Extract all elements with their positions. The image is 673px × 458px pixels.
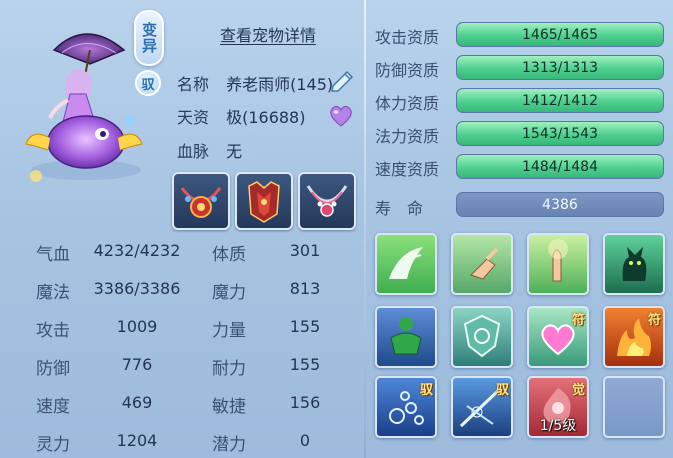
stat-label: 气血	[36, 245, 70, 265]
pet-name-value: 养老雨师(145)	[226, 75, 334, 94]
skill-slot[interactable]	[375, 233, 437, 295]
stat-value: 156	[289, 393, 321, 412]
green-cat-skill-icon	[622, 247, 647, 281]
stat-label: 速度	[36, 397, 70, 417]
heart-icon[interactable]	[327, 103, 355, 129]
pet-bloodline-label: 血脉	[177, 142, 210, 161]
skill-slot[interactable]	[375, 306, 437, 368]
skill-tag: 驭	[495, 383, 509, 398]
pet-name-label: 名称	[177, 75, 210, 94]
pet-bloodline-value: 无	[226, 142, 243, 161]
skill-slot[interactable]: 驭	[375, 376, 437, 438]
stat-value: 813	[289, 279, 321, 298]
shield-skill-icon	[463, 314, 501, 358]
pet-talent-row: 天资 极(16688)	[177, 104, 305, 128]
stat-right-0: 体质	[212, 240, 246, 265]
stat-value: 0	[299, 431, 311, 450]
stat-label: 体质	[212, 245, 246, 265]
stat-label: 耐力	[212, 359, 246, 379]
panel-divider	[364, 0, 366, 458]
stat-right-4: 敏捷	[212, 392, 246, 417]
rename-pencil-icon[interactable]	[327, 66, 357, 92]
equipment-slot-2[interactable]	[235, 172, 293, 230]
aptitude-bar: 1484/1484	[456, 154, 664, 179]
pet-talent-label: 天资	[177, 108, 210, 127]
lifespan-value: 4386	[542, 196, 578, 213]
skill-slot[interactable]: 符	[603, 306, 665, 368]
stat-right-5: 潜力	[212, 430, 246, 455]
stat-label: 力量	[212, 321, 246, 341]
stat-label: 攻击	[36, 321, 70, 341]
stat-right-1: 魔力	[212, 278, 246, 303]
skill-slot[interactable]	[451, 233, 513, 295]
stat-left-3: 防御	[36, 354, 70, 379]
pet-talent-value: 极(16688)	[226, 108, 306, 127]
aptitude-bar: 1543/1543	[456, 121, 664, 146]
skill-slot[interactable]	[451, 306, 513, 368]
skill-slot-empty	[603, 376, 665, 438]
stat-value: 155	[289, 355, 321, 374]
praying-hand-skill-icon	[548, 239, 568, 282]
stat-left-2: 攻击	[36, 316, 70, 341]
aptitude-label: 速度资质	[375, 160, 440, 179]
view-pet-details-link[interactable]: 查看宠物详情	[220, 22, 316, 46]
lifespan-label: 寿 命	[375, 199, 424, 218]
necklace-red-icon	[180, 187, 222, 218]
pet-bloodline-row: 血脉 无	[177, 138, 242, 162]
tame-badge: 驭	[135, 70, 161, 96]
equipment-slot-3[interactable]	[298, 172, 356, 230]
stat-label: 魔力	[212, 283, 246, 303]
stat-label: 防御	[36, 359, 70, 379]
stat-label: 潜力	[212, 435, 246, 455]
stat-right-3: 耐力	[212, 354, 246, 379]
skill-slot[interactable]: 符	[527, 306, 589, 368]
aptitude-value: 1484/1484	[522, 158, 598, 175]
pet-name-row: 名称 养老雨师(145)	[177, 71, 333, 95]
stat-value: 1009	[116, 317, 158, 336]
pointing-hand-skill-icon	[470, 247, 499, 280]
stat-left-0: 气血	[36, 240, 70, 265]
green-giant-skill-icon	[390, 317, 422, 355]
stat-value: 1204	[116, 431, 158, 450]
aptitude-bar: 1313/1313	[456, 55, 664, 80]
aptitude-label: 攻击资质	[375, 28, 440, 47]
variant-badge: 变异	[134, 10, 164, 66]
skill-slot[interactable]: 驭	[451, 376, 513, 438]
aptitude-value: 1543/1543	[522, 125, 598, 142]
stat-value: 3386/3386	[93, 279, 181, 298]
equipment-slot-1[interactable]	[172, 172, 230, 230]
skill-slot[interactable]	[603, 233, 665, 295]
aptitude-value: 1465/1465	[522, 26, 598, 43]
armor-red-icon	[248, 181, 280, 223]
skill-level: 1/5级	[539, 418, 577, 434]
aptitude-label: 法力资质	[375, 127, 440, 146]
white-wings-skill-icon	[389, 247, 423, 279]
aptitude-value: 1412/1412	[522, 92, 598, 109]
stat-right-2: 力量	[212, 316, 246, 341]
skill-tag: 驭	[419, 383, 433, 398]
lifespan-bar: 4386	[456, 192, 664, 217]
stat-value: 776	[121, 355, 153, 374]
aptitude-bar: 1412/1412	[456, 88, 664, 113]
skill-tag: 符	[571, 313, 585, 328]
skill-tag: 觉	[571, 383, 585, 398]
aptitude-value: 1313/1313	[522, 59, 598, 76]
skill-tag: 符	[647, 313, 661, 328]
aptitude-label: 防御资质	[375, 61, 440, 80]
stat-left-4: 速度	[36, 392, 70, 417]
skill-slot[interactable]	[527, 233, 589, 295]
stat-left-1: 魔法	[36, 278, 70, 303]
stat-label: 敏捷	[212, 397, 246, 417]
stat-value: 155	[289, 317, 321, 336]
stat-left-5: 灵力	[36, 430, 70, 455]
stat-value: 301	[289, 241, 321, 260]
necklace-silver-icon	[306, 185, 348, 217]
aptitude-bar: 1465/1465	[456, 22, 664, 47]
stat-value: 469	[121, 393, 153, 412]
aptitude-label: 体力资质	[375, 94, 440, 113]
skill-slot[interactable]: 觉 1/5级	[527, 376, 589, 438]
stat-label: 魔法	[36, 283, 70, 303]
stat-value: 4232/4232	[93, 241, 181, 260]
stat-label: 灵力	[36, 435, 70, 455]
